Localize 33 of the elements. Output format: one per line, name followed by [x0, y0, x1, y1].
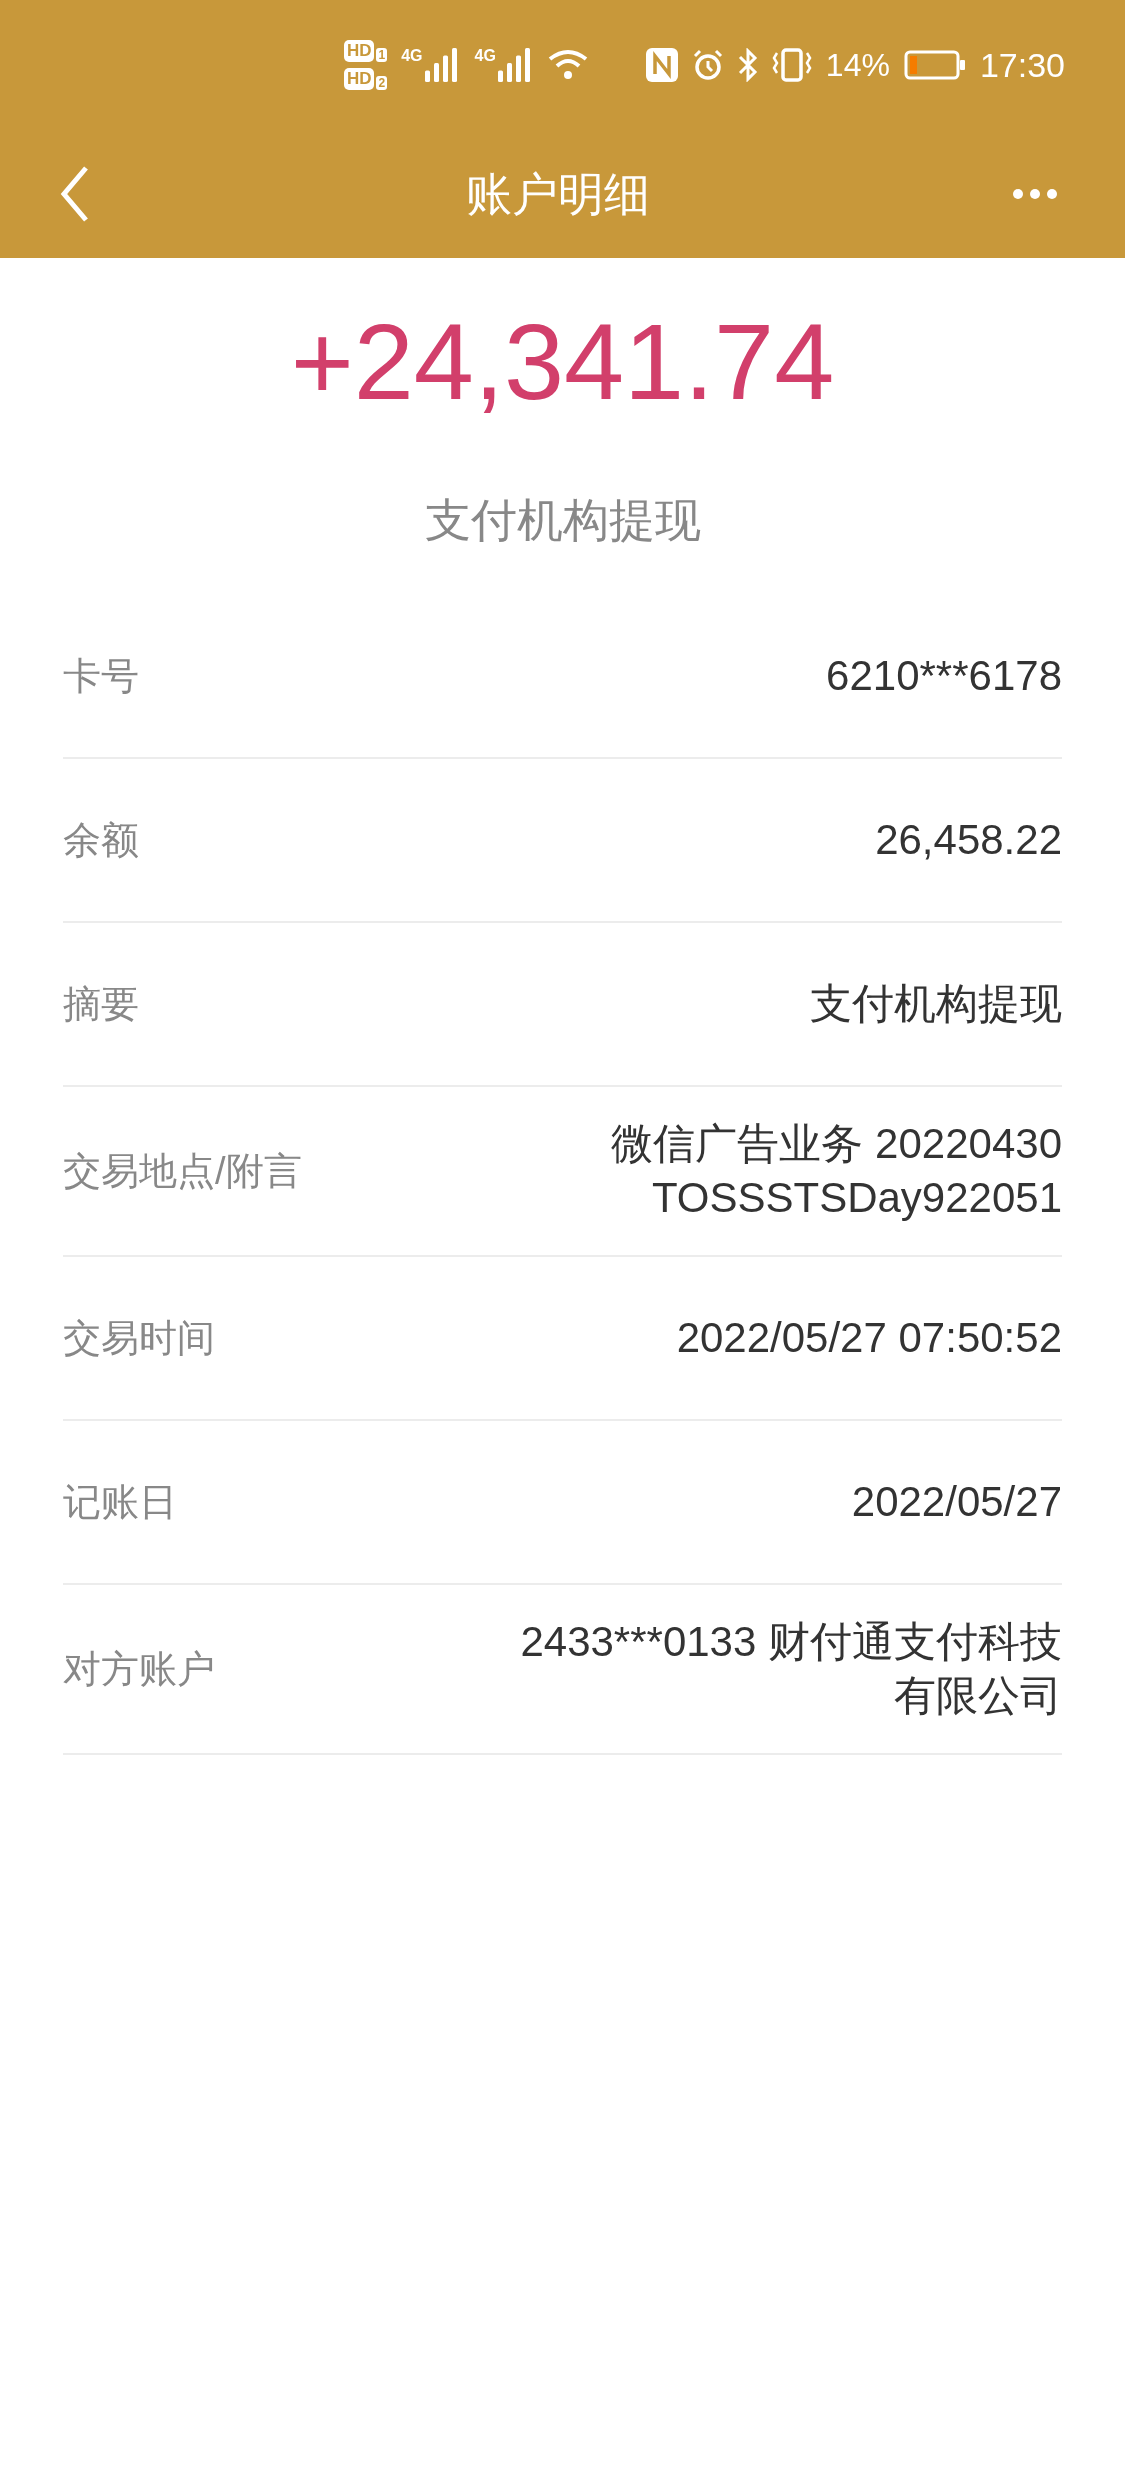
network-type: 4G — [474, 48, 496, 64]
detail-label: 摘要 — [63, 981, 139, 1027]
detail-value: 6210***6178 — [826, 651, 1062, 701]
alarm-icon — [691, 49, 724, 81]
detail-label: 对方账户 — [63, 1646, 215, 1692]
detail-value: 2433***0133 财付通支付科技 — [520, 1617, 1062, 1667]
nfc-icon — [645, 48, 678, 82]
network-type: 4G — [401, 48, 423, 64]
bluetooth-icon — [737, 48, 758, 82]
detail-value: 有限公司 — [894, 1671, 1062, 1721]
detail-value: 2022/05/27 — [851, 1477, 1062, 1527]
sim-slot: 1 — [376, 48, 388, 62]
hd-badge: HD — [343, 68, 375, 90]
detail-value: 微信广告业务 20220430 — [611, 1119, 1062, 1169]
sim-slot: 2 — [376, 76, 388, 90]
detail-value: TOSSSTSDay922051 — [651, 1173, 1062, 1223]
page-title: 账户明细 — [465, 166, 650, 222]
detail-label: 交易时间 — [63, 1315, 215, 1361]
detail-value: 2022/05/27 07:50:52 — [676, 1313, 1062, 1363]
battery-percent: 14% — [825, 46, 890, 85]
clock: 17:30 — [979, 44, 1065, 86]
detail-value: 支付机构提现 — [810, 979, 1062, 1029]
detail-label: 卡号 — [63, 653, 139, 699]
detail-label: 交易地点/附言 — [63, 1148, 302, 1194]
battery-icon — [903, 50, 966, 80]
vibrate-icon — [771, 48, 812, 82]
hd-badge: HD — [343, 40, 375, 62]
wifi-icon — [547, 49, 588, 81]
transaction-amount: +24,341.74 — [290, 308, 835, 416]
transaction-summary: 支付机构提现 — [424, 493, 701, 548]
detail-label: 记账日 — [63, 1479, 177, 1525]
detail-value: 26,458.22 — [875, 815, 1062, 865]
detail-label: 余额 — [63, 817, 139, 863]
